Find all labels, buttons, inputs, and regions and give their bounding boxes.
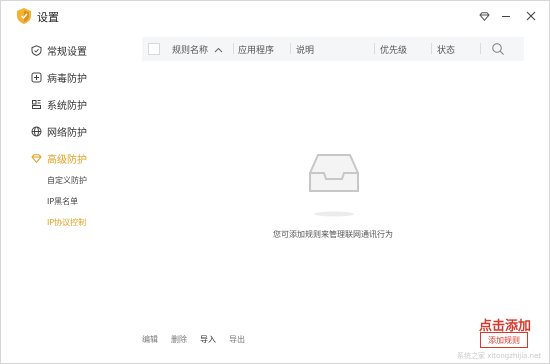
globe-icon — [31, 126, 42, 137]
sidebar-subitem-custom[interactable]: 自定义防护 — [47, 173, 87, 187]
sidebar-item-general[interactable]: 常规设置 — [31, 41, 87, 59]
column-divider[interactable] — [374, 43, 375, 54]
sidebar-item-antivirus[interactable]: 病毒防护 — [31, 68, 87, 86]
sidebar-item-label: 高级防护 — [47, 154, 87, 166]
title-bar[interactable]: 设置 — [1, 1, 549, 31]
app-logo-icon — [17, 8, 31, 24]
column-header-priority[interactable]: 优先级 — [380, 43, 407, 56]
column-divider[interactable] — [290, 43, 291, 54]
column-divider[interactable] — [480, 43, 481, 54]
shield-icon — [31, 44, 42, 56]
sidebar-item-label: 常规设置 — [47, 46, 87, 58]
rules-table-header: 规则名称 应用程序 说明 优先级 状态 — [142, 37, 524, 61]
column-header-status[interactable]: 状态 — [437, 43, 455, 56]
sidebar-item-system[interactable]: 系统防护 — [31, 95, 87, 113]
empty-tray-icon — [309, 154, 359, 217]
diamond-icon — [31, 153, 42, 164]
close-icon — [526, 11, 536, 21]
settings-window: 设置 常规设置 病毒防护 系统防护 网络防护 高级防护 自定义防护 IP黑名单 … — [0, 0, 550, 364]
sidebar: 常规设置 病毒防护 系统防护 网络防护 高级防护 自定义防护 IP黑名单 IP协… — [1, 31, 119, 363]
column-divider[interactable] — [233, 43, 234, 54]
system-icon — [31, 99, 42, 110]
column-header-desc[interactable]: 说明 — [296, 43, 314, 56]
add-rule-button[interactable]: 添加规则 — [480, 332, 528, 348]
sort-up-icon — [214, 47, 223, 52]
minimize-button[interactable] — [498, 8, 514, 24]
diamond-icon — [478, 11, 490, 21]
column-header-name-label: 规则名称 — [172, 46, 209, 56]
sidebar-item-label: 网络防护 — [47, 127, 87, 139]
sidebar-item-label: 病毒防护 — [47, 73, 87, 85]
footer-actions: 编辑 删除 导入 导出 — [142, 334, 258, 346]
watermark: 系统之家 xitongzhijia.net — [457, 352, 542, 360]
search-icon[interactable] — [491, 42, 505, 56]
skin-button[interactable] — [476, 8, 492, 24]
plus-box-icon — [31, 72, 42, 83]
sidebar-item-network[interactable]: 网络防护 — [31, 122, 87, 140]
empty-state-text: 您可添加规则来管理联网通讯行为 — [273, 230, 393, 239]
delete-button[interactable]: 删除 — [171, 334, 187, 346]
export-button[interactable]: 导出 — [229, 334, 245, 346]
select-all-checkbox[interactable] — [148, 43, 160, 55]
sidebar-subitem-ip-protocol[interactable]: IP协议控制 — [47, 215, 86, 229]
sidebar-subitem-ip-blacklist[interactable]: IP黑名单 — [47, 194, 78, 208]
sidebar-item-advanced[interactable]: 高级防护 — [31, 149, 87, 167]
column-divider[interactable] — [431, 43, 432, 54]
close-button[interactable] — [523, 8, 539, 24]
sidebar-item-label: 系统防护 — [47, 100, 87, 112]
column-header-name[interactable]: 规则名称 — [172, 43, 223, 56]
window-title: 设置 — [37, 11, 59, 24]
column-header-app[interactable]: 应用程序 — [238, 43, 274, 56]
import-button[interactable]: 导入 — [200, 334, 216, 346]
minimize-icon — [502, 16, 510, 17]
edit-button[interactable]: 编辑 — [142, 334, 158, 346]
